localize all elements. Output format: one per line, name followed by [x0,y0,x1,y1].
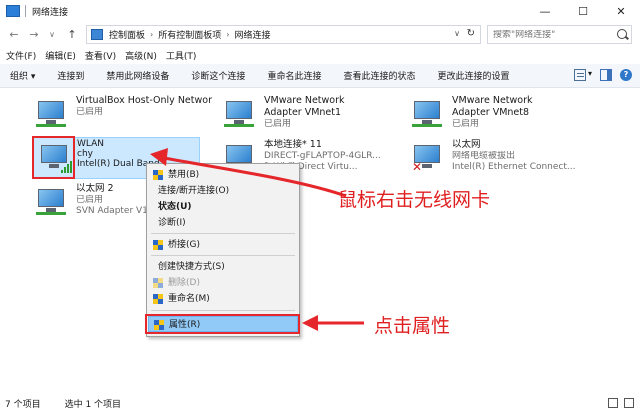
menu-separator [151,255,295,256]
organize-button[interactable]: 组织 ▾ [10,69,35,82]
ethernet-adapter-icon [36,187,68,217]
preview-pane-icon[interactable] [600,69,612,81]
connection-ethernet[interactable]: ✕ 以太网 网络电缆被拔出 Intel(R) Ethernet Connect.… [408,139,588,179]
connection-name: VMware Network Adapter VMnet8 [452,95,533,118]
quick-access-divider [25,5,26,17]
menu-separator [151,233,295,234]
menu-tools[interactable]: 工具(T) [166,49,197,62]
connections-list: VirtualBox Host-Only Network #2 已启用 VMwa… [0,89,640,393]
breadcrumb-network-connections[interactable]: 网络连接 [234,28,270,41]
rename-button[interactable]: 重命名此连接 [267,69,321,82]
change-settings-button[interactable]: 更改此连接的设置 [437,69,509,82]
connection-name: VirtualBox Host-Only Network #2 [76,95,212,106]
annotation-arrow-properties [302,315,364,331]
menu-item-label: 删除(D) [168,278,200,288]
menu-item-delete[interactable]: 删除(D) [148,275,298,291]
help-icon[interactable]: ? [620,69,632,81]
annotation-click-properties: 点击属性 [374,315,451,337]
breadcrumb-separator[interactable]: › [226,30,229,39]
network-folder-icon [6,5,20,17]
ethernet-adapter-icon [36,99,68,129]
forward-button[interactable]: → [26,26,42,44]
menu-item-rename[interactable]: 重命名(M) [148,291,298,307]
connection-status: 网络电缆被拔出 [452,151,516,161]
properties-highlight-box [145,314,300,334]
address-dropdown-icon[interactable]: ∨ [454,29,460,38]
address-row: ← → ∨ ↑ 控制面板 › 所有控制面板项 › 网络连接 ∨ ↻ [0,22,640,47]
large-icons-view-icon[interactable] [624,398,634,408]
uac-shield-icon [153,240,163,251]
connection-status: 已启用 [264,119,292,129]
menu-view[interactable]: 查看(V) [85,49,116,62]
maximize-button[interactable]: ☐ [564,0,602,22]
menu-advanced[interactable]: 高级(N) [125,49,157,62]
connection-name: VMware Network Adapter VMnet1 [264,95,345,118]
connection-virtualbox[interactable]: VirtualBox Host-Only Network #2 已启用 [32,95,212,135]
menu-file[interactable]: 文件(F) [6,49,36,62]
connect-to-button[interactable]: 连接到 [57,69,84,82]
menu-item-bridge[interactable]: 桥接(G) [148,237,298,253]
recent-locations-button[interactable]: ∨ [44,26,60,44]
ethernet-adapter-icon [412,99,444,129]
breadcrumb-separator[interactable]: › [150,30,153,39]
uac-shield-icon [153,294,163,305]
connection-vmnet8[interactable]: VMware Network Adapter VMnet8 已启用 [408,95,588,135]
search-icon[interactable] [617,29,627,39]
connection-vmnet1[interactable]: VMware Network Adapter VMnet1 已启用 [220,95,400,135]
selection-count: 选中 1 个项目 [64,399,122,410]
window-title: 网络连接 [32,7,69,18]
menu-edit[interactable]: 编辑(E) [45,49,76,62]
menu-item-label: 桥接(G) [168,240,200,250]
disconnected-icon: ✕ [412,160,423,174]
diagnose-button[interactable]: 诊断这个连接 [191,69,245,82]
change-view-icon[interactable] [573,69,586,81]
ethernet-adapter-icon [224,99,256,129]
command-bar: 组织 ▾ 连接到 禁用此网络设备 诊断这个连接 重命名此连接 查看此连接的状态 … [0,64,640,88]
close-button[interactable]: ✕ [602,0,640,22]
breadcrumb-all-items[interactable]: 所有控制面板项 [158,28,221,41]
title-bar: 网络连接 — ☐ ✕ [0,0,640,22]
uac-shield-icon [153,278,163,289]
annotation-arrow-right-click [150,148,347,198]
menu-item-label: 重命名(M) [168,294,210,304]
refresh-icon[interactable]: ↻ [467,28,475,39]
connection-device: Intel(R) Ethernet Connect... [452,162,576,172]
connection-status: 已启用 [76,107,104,117]
menu-item-create-shortcut[interactable]: 创建快捷方式(S) [148,259,298,275]
menu-bar: 文件(F) 编辑(E) 查看(V) 高级(N) 工具(T) [0,47,640,64]
connection-status: 已启用 [452,119,480,129]
status-bar: 7 个项目 选中 1 个项目 [0,393,640,413]
disable-device-button[interactable]: 禁用此网络设备 [106,69,169,82]
view-dropdown-icon[interactable]: ▾ [588,69,592,81]
ethernet-adapter-icon: ✕ [412,143,444,173]
menu-separator [151,310,295,311]
item-count: 7 个项目 [5,399,41,410]
details-view-icon[interactable] [608,398,618,408]
connection-name: 以太网 [452,139,481,150]
up-button[interactable]: ↑ [64,26,80,44]
search-box[interactable] [487,25,632,44]
back-button[interactable]: ← [6,26,22,44]
control-panel-icon [91,29,103,40]
highlight-box [32,136,75,179]
menu-item-diagnose[interactable]: 诊断(I) [148,215,298,231]
search-input[interactable] [493,29,613,40]
annotation-right-click: 鼠标右击无线网卡 [338,189,491,211]
view-status-button[interactable]: 查看此连接的状态 [343,69,415,82]
breadcrumb-control-panel[interactable]: 控制面板 [109,28,145,41]
minimize-button[interactable]: — [526,0,564,22]
address-bar[interactable]: 控制面板 › 所有控制面板项 › 网络连接 ∨ ↻ [86,25,481,44]
